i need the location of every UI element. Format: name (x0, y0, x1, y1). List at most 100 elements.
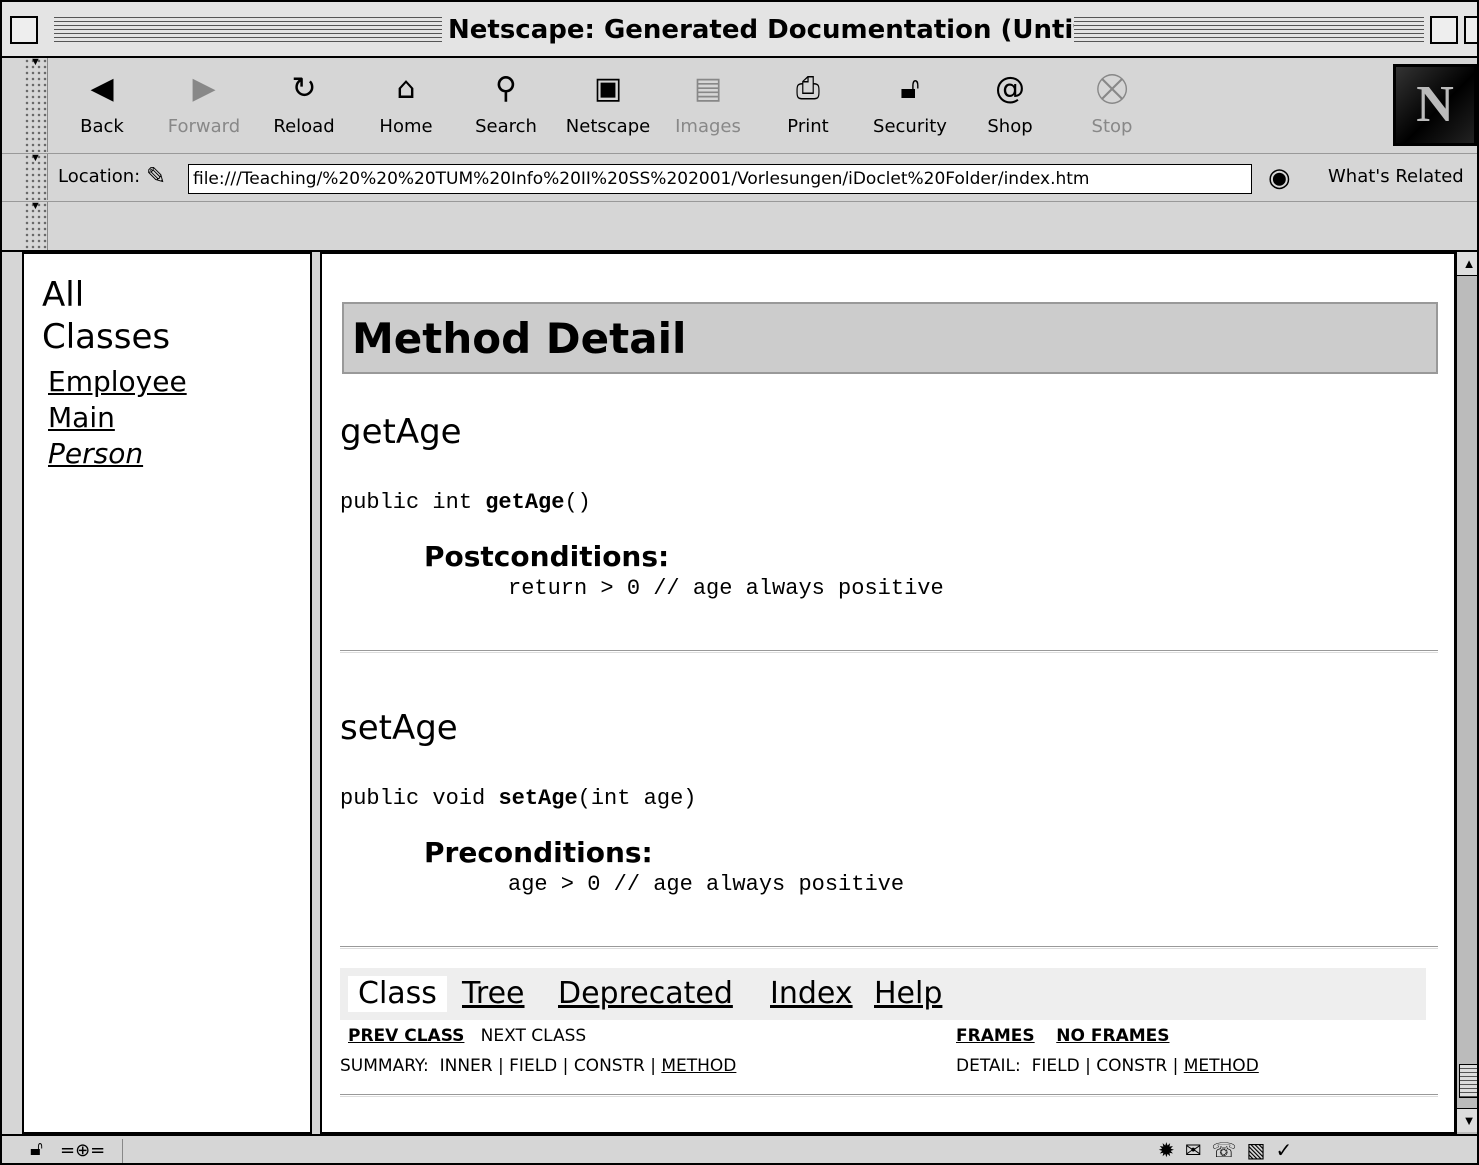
signature-method-name: setAge (498, 786, 578, 811)
images-button[interactable]: ▤ Images (658, 68, 758, 137)
vertical-scrollbar[interactable]: ▲ ▼ (1456, 252, 1477, 1134)
summary-label: SUMMARY: (340, 1056, 429, 1076)
home-button[interactable]: ⌂ Home (356, 68, 456, 137)
method-name-getage: getAge (340, 412, 462, 452)
forward-arrow-icon: ▶ (192, 71, 216, 106)
location-url-field[interactable]: file:///Teaching/%20%20%20TUM%20Info%20I… (188, 164, 1252, 194)
reload-button[interactable]: ↻ Reload (254, 68, 354, 137)
location-label: Location: (58, 166, 141, 187)
back-button[interactable]: ◀ Back (52, 68, 152, 137)
class-link-person[interactable]: Person (48, 436, 187, 472)
all-classes-heading: All Classes (42, 274, 170, 358)
detail-method-link[interactable]: METHOD (1184, 1056, 1259, 1076)
method-name-setage: setAge (340, 708, 458, 748)
edit-icon[interactable]: ✓ (1275, 1138, 1302, 1162)
nav-help-link[interactable]: Help (874, 976, 942, 1012)
method-signature-getage: public int getAge() (340, 490, 591, 515)
close-box-icon[interactable] (10, 16, 38, 44)
personal-toolbar (2, 200, 1477, 252)
preconditions-heading: Preconditions: (424, 836, 653, 869)
heading-line-classes: Classes (42, 317, 171, 357)
summary-links: SUMMARY: INNER | FIELD | CONSTR | METHOD (340, 1056, 736, 1076)
shop-bag-icon: @ (995, 71, 1025, 106)
window-title: Netscape: Generated Documentation (Untit… (442, 10, 1149, 50)
discussion-icon[interactable]: ☏ (1212, 1138, 1247, 1162)
summary-constr: CONSTR (573, 1056, 645, 1076)
status-bar: 🔓︎ =⊕= ✹✉☏▧✓ (2, 1134, 1477, 1163)
reload-icon: ↻ (291, 71, 317, 106)
stop-icon: ⛒ (1096, 71, 1128, 106)
search-button[interactable]: ⚲ Search (456, 68, 556, 137)
title-stripes (1074, 14, 1424, 44)
zoom-box-icon[interactable] (1430, 16, 1458, 44)
separator: | (1085, 1056, 1091, 1076)
precondition-text: age > 0 // age always positive (508, 872, 905, 897)
my-netscape-label: Netscape (565, 116, 651, 137)
prev-next-class: PREV CLASS NEXT CLASS (348, 1026, 586, 1046)
print-button[interactable]: ⎙ Print (758, 68, 858, 137)
page-proxy-icon[interactable]: ✎ (146, 162, 166, 191)
reload-label: Reload (273, 116, 335, 137)
personal-grip-icon[interactable] (24, 200, 48, 250)
mail-icon[interactable]: ✉ (1185, 1138, 1212, 1162)
security-lock-icon: 🔓︎ (900, 71, 920, 106)
frames-links: FRAMES NO FRAMES (956, 1026, 1170, 1046)
classes-frame: All Classes Employee Main Person (22, 252, 312, 1134)
separator: | (498, 1056, 504, 1076)
method-detail-header: Method Detail (342, 302, 1438, 374)
collapse-box-icon[interactable] (1464, 16, 1477, 44)
separator: | (1172, 1056, 1179, 1076)
scroll-up-arrow-icon[interactable]: ▲ (1457, 252, 1477, 276)
forward-button[interactable]: ▶ Forward (154, 68, 254, 137)
toolbar-grip-icon[interactable] (24, 56, 48, 152)
search-icon: ⚲ (495, 71, 517, 106)
class-link-employee[interactable]: Employee (48, 364, 187, 400)
whats-related-icon[interactable]: ◉ (1268, 162, 1291, 193)
security-status-icon[interactable]: 🔓︎ (30, 1138, 43, 1161)
nav-index-link[interactable]: Index (770, 976, 853, 1012)
shop-button[interactable]: @ Shop (960, 68, 1060, 137)
doc-navbar: Class Tree Deprecated Index Help (340, 968, 1426, 1020)
separator: | (562, 1056, 569, 1076)
scroll-down-arrow-icon[interactable]: ▼ (1457, 1108, 1477, 1132)
class-link-main[interactable]: Main (48, 400, 187, 436)
detail-links: DETAIL: FIELD | CONSTR | METHOD (956, 1056, 1259, 1076)
nav-deprecated-link[interactable]: Deprecated (558, 976, 733, 1012)
scroll-thumb[interactable] (1459, 1064, 1477, 1098)
home-icon: ⌂ (396, 71, 416, 106)
summary-inner: INNER (439, 1056, 493, 1076)
method-signature-setage: public void setAge(int age) (340, 786, 696, 811)
whats-related-button[interactable]: What's Related (1328, 166, 1464, 187)
security-button[interactable]: 🔓︎ Security (860, 68, 960, 137)
signature-params: (int age) (577, 786, 697, 811)
my-netscape-icon: ▣ (593, 71, 623, 106)
forward-label: Forward (167, 116, 241, 137)
summary-method-link[interactable]: METHOD (661, 1056, 736, 1076)
browser-window: Netscape: Generated Documentation (Untit… (0, 0, 1479, 1165)
netscape-logo[interactable]: N (1393, 64, 1477, 146)
frames-link[interactable]: FRAMES (956, 1026, 1035, 1046)
postcondition-text: return > 0 // age always positive (508, 576, 944, 601)
navigator-icon[interactable]: ✹ (1158, 1138, 1185, 1162)
stop-button[interactable]: ⛒ Stop (1062, 68, 1162, 137)
signature-method-name: getAge (485, 490, 565, 515)
section-title: Method Detail (352, 314, 687, 363)
nav-tree-link[interactable]: Tree (462, 976, 525, 1012)
prev-class-link[interactable]: PREV CLASS (348, 1026, 464, 1046)
title-stripes (54, 14, 444, 44)
summary-field: FIELD (509, 1056, 558, 1076)
divider (340, 1094, 1438, 1097)
search-label: Search (475, 116, 537, 137)
my-netscape-button[interactable]: ▣ Netscape (558, 68, 658, 137)
detail-field: FIELD (1031, 1056, 1080, 1076)
location-bar: Location: ✎ file:///Teaching/%20%20%20TU… (2, 152, 1477, 202)
stop-label: Stop (1091, 116, 1133, 137)
signature-prefix: public void (340, 786, 499, 811)
no-frames-link[interactable]: NO FRAMES (1056, 1026, 1169, 1046)
location-grip-icon[interactable] (24, 152, 48, 200)
print-icon: ⎙ (796, 71, 820, 106)
composer-icon[interactable]: ▧ (1247, 1138, 1276, 1162)
title-bar[interactable]: Netscape: Generated Documentation (Untit… (2, 2, 1477, 58)
postconditions-heading: Postconditions: (424, 540, 670, 573)
detail-constr: CONSTR (1096, 1056, 1168, 1076)
